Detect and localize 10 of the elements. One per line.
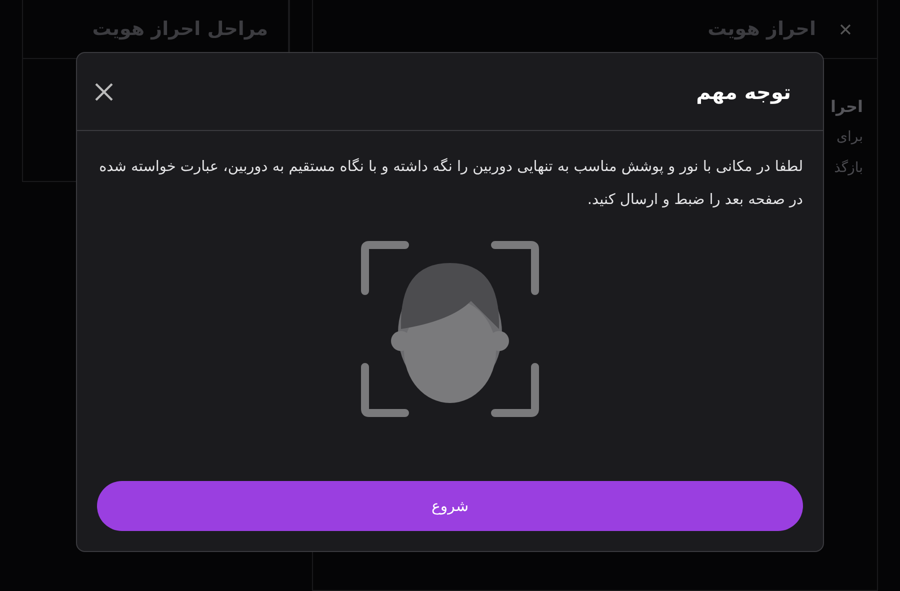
section-title: احرا bbox=[830, 96, 863, 118]
panel-title: مراحل احراز هویت bbox=[92, 18, 268, 40]
close-icon[interactable] bbox=[95, 82, 113, 100]
body-text: بازگذ bbox=[834, 158, 863, 178]
body-text: برای bbox=[836, 128, 863, 147]
page-title: احراز هویت bbox=[708, 18, 816, 40]
dialog-message: لطفا در مکانی با نور و پوشش مناسب به تنهایی دوربین را نگه داشته و با نگاه مستقیم به دوربین، عبارت خواسته شده در صفحه بعد را ضبط و ارسال کنید. bbox=[98, 157, 804, 210]
face-scan-icon bbox=[361, 241, 539, 417]
start-button[interactable]: شروع bbox=[97, 481, 803, 531]
dialog-title: توجه مهم bbox=[696, 80, 791, 104]
